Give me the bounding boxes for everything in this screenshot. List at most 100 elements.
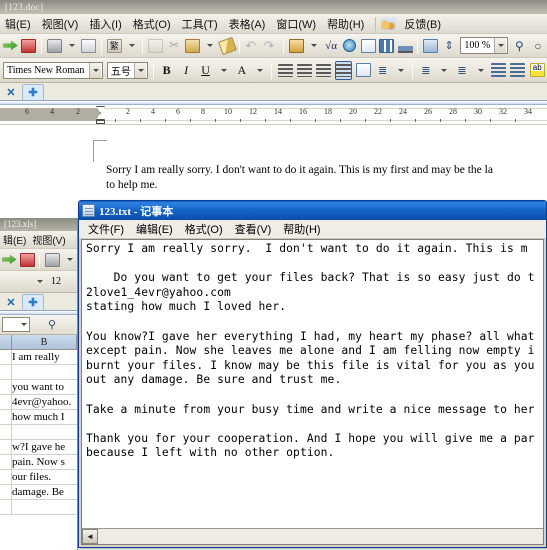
excel-menu-view[interactable]: 视图(V) xyxy=(29,232,68,247)
document-map-icon[interactable] xyxy=(422,36,439,55)
bold-button[interactable]: B xyxy=(158,61,175,80)
notepad-text-area[interactable]: Sorry I am really sorry. I don't want to… xyxy=(81,239,544,545)
format-painter-icon[interactable] xyxy=(219,36,236,55)
excel-formula-bar[interactable]: ⚲ xyxy=(0,315,77,335)
numbered-list-icon[interactable]: ≣ xyxy=(417,61,434,80)
bulleted-list-dropdown-icon[interactable] xyxy=(473,61,488,80)
table-row[interactable]: I am really xyxy=(0,350,77,365)
export-pdf-icon[interactable] xyxy=(21,36,38,55)
tables-and-borders-icon[interactable] xyxy=(360,36,377,55)
decrease-indent-icon[interactable] xyxy=(490,61,507,80)
table-row[interactable]: w?I gave he xyxy=(0,440,77,455)
horizontal-scrollbar[interactable]: ◄ xyxy=(82,528,543,544)
chevron-down-icon[interactable] xyxy=(18,318,29,331)
table-row[interactable]: how much I xyxy=(0,410,77,425)
font-name-combo[interactable]: Times New Roman xyxy=(3,62,103,79)
chevron-down-icon[interactable] xyxy=(89,63,101,78)
close-document-tab[interactable]: ✕ xyxy=(0,84,22,100)
table-row[interactable]: our files. xyxy=(0,470,77,485)
insert-hyperlink-icon[interactable] xyxy=(341,36,358,55)
word-document-text[interactable]: Sorry I am really sorry. I don't want to… xyxy=(106,163,547,193)
new-workbook-tab[interactable]: ✚ xyxy=(22,294,44,310)
underline-dropdown-icon[interactable] xyxy=(216,61,231,80)
insert-table-icon[interactable] xyxy=(288,36,305,55)
print-preview-icon[interactable] xyxy=(80,36,97,55)
export-pdf-icon[interactable] xyxy=(19,250,35,269)
find-icon[interactable]: ⚲ xyxy=(511,36,528,55)
table-row[interactable] xyxy=(0,500,77,515)
table-row[interactable]: pain. Now s xyxy=(0,455,77,470)
line-spacing-icon[interactable]: ≣ xyxy=(374,61,391,80)
italic-button[interactable]: I xyxy=(177,61,194,80)
notepad-menu-format[interactable]: 格式(O) xyxy=(179,220,229,238)
close-workbook-tab[interactable]: ✕ xyxy=(0,294,22,310)
more-tools-icon[interactable]: ○ xyxy=(530,36,547,55)
increase-indent-icon[interactable] xyxy=(509,61,526,80)
copy-icon[interactable] xyxy=(147,36,164,55)
notepad-window[interactable]: 123.txt - 记事本 文件(F) 编辑(E) 格式(O) 查看(V) 帮助… xyxy=(78,200,547,548)
chevron-down-icon[interactable] xyxy=(494,38,506,53)
open-icon[interactable] xyxy=(2,36,19,55)
notepad-title-bar[interactable]: 123.txt - 记事本 xyxy=(79,201,546,220)
formula-bar-input[interactable] xyxy=(74,319,75,330)
notepad-menu-file[interactable]: 文件(F) xyxy=(82,220,130,238)
word-menu-insert[interactable]: 插入(I) xyxy=(84,15,126,33)
word-ruler[interactable]: 6 4 2 2 4 6 8 10 12 14 16 18 20 22 24 26… xyxy=(0,105,547,125)
table-row[interactable]: 4evr@yahoo. xyxy=(0,395,77,410)
word-menu-format[interactable]: 格式(O) xyxy=(128,15,176,33)
word-menu-view[interactable]: 视图(V) xyxy=(37,15,84,33)
table-row[interactable]: you want to xyxy=(0,380,77,395)
table-row[interactable]: damage. Be xyxy=(0,485,77,500)
left-indent-marker[interactable] xyxy=(96,120,105,124)
show-formatting-icon[interactable]: ⇕ xyxy=(441,36,458,55)
notepad-menu-edit[interactable]: 编辑(E) xyxy=(130,220,179,238)
align-left-icon[interactable] xyxy=(276,61,293,80)
word-menu-edit[interactable]: 辑(E) xyxy=(0,15,36,33)
new-document-tab[interactable]: ✚ xyxy=(22,84,44,100)
insert-table-dropdown-icon[interactable] xyxy=(307,36,321,55)
scroll-left-arrow-icon[interactable]: ◄ xyxy=(82,529,98,544)
align-right-icon[interactable] xyxy=(315,61,332,80)
scrollbar-track[interactable] xyxy=(98,529,543,544)
align-center-icon[interactable] xyxy=(296,61,313,80)
highlight-icon[interactable]: ab xyxy=(528,61,545,80)
chevron-down-icon[interactable] xyxy=(134,63,146,78)
chinese-dropdown-icon[interactable] xyxy=(124,36,138,55)
cut-icon[interactable]: ✂ xyxy=(166,36,183,55)
table-row[interactable] xyxy=(0,365,77,380)
distributed-align-icon[interactable] xyxy=(354,61,371,80)
excel-grid[interactable]: I am really you want to 4evr@yahoo. how … xyxy=(0,350,77,515)
name-box[interactable] xyxy=(2,317,30,332)
line-spacing-dropdown-icon[interactable] xyxy=(393,61,408,80)
bulleted-list-icon[interactable]: ≣ xyxy=(453,61,470,80)
notepad-menu-view[interactable]: 查看(V) xyxy=(229,220,278,238)
undo-icon[interactable]: ↶ xyxy=(244,36,261,55)
redo-icon[interactable]: ↷ xyxy=(263,36,280,55)
print-icon[interactable] xyxy=(44,250,60,269)
word-menu-window[interactable]: 窗口(W) xyxy=(271,15,321,33)
word-menu-tools[interactable]: 工具(T) xyxy=(177,15,223,33)
font-size-dropdown-icon[interactable] xyxy=(31,272,47,291)
paste-icon[interactable] xyxy=(184,36,201,55)
print-dropdown-icon[interactable] xyxy=(65,36,79,55)
word-menu-table[interactable]: 表格(A) xyxy=(224,15,271,33)
open-icon[interactable] xyxy=(1,250,17,269)
traditional-chinese-icon[interactable]: 繁 xyxy=(106,36,123,55)
word-menu-help[interactable]: 帮助(H) xyxy=(322,15,369,33)
column-header-b[interactable]: B xyxy=(12,335,77,349)
zoom-combo[interactable]: 100 % xyxy=(460,37,508,54)
columns-icon[interactable] xyxy=(378,36,395,55)
paste-dropdown-icon[interactable] xyxy=(203,36,217,55)
insert-formula-icon[interactable]: √α xyxy=(323,36,340,55)
print-dropdown-icon[interactable] xyxy=(62,250,76,269)
print-icon[interactable] xyxy=(46,36,63,55)
table-row[interactable] xyxy=(0,425,77,440)
font-color-button[interactable]: A xyxy=(233,61,250,80)
excel-menu-edit[interactable]: 辑(E) xyxy=(0,232,29,247)
font-size-combo[interactable]: 五号 xyxy=(107,62,148,79)
insert-chart-icon[interactable] xyxy=(397,36,414,55)
font-color-dropdown-icon[interactable] xyxy=(253,61,268,80)
column-header-a[interactable] xyxy=(0,335,12,349)
numbered-list-dropdown-icon[interactable] xyxy=(437,61,452,80)
underline-button[interactable]: U xyxy=(197,61,214,80)
